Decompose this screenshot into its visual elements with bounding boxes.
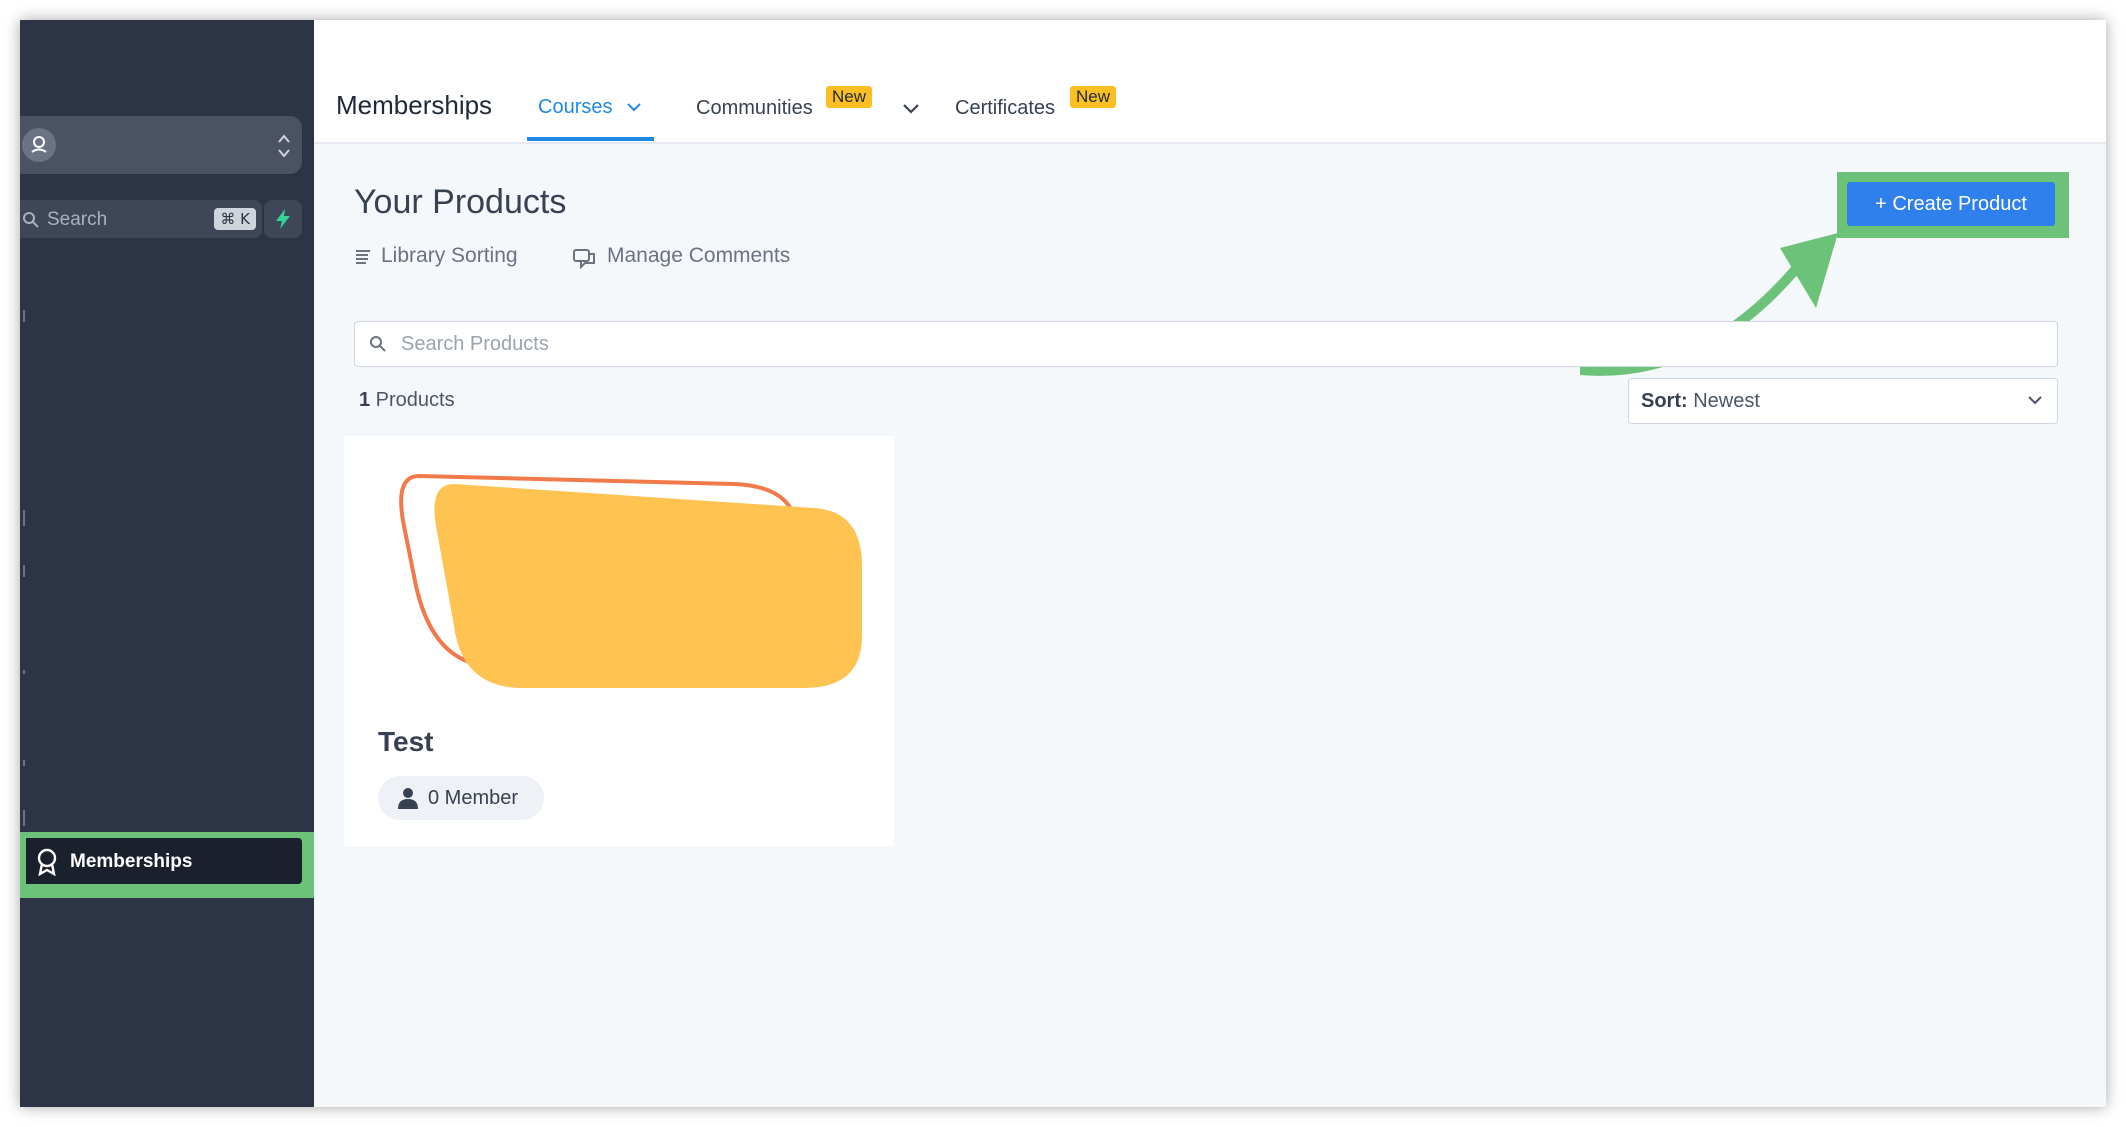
member-count-badge: 0 Member: [378, 776, 544, 820]
section-title: Your Products: [354, 183, 567, 221]
lightning-bolt-icon: [276, 209, 290, 229]
active-tab-indicator: [527, 137, 654, 141]
product-count-number: 1: [359, 389, 371, 411]
award-ribbon-icon: [37, 848, 57, 876]
app-window: Search ⌘ K Memberships Memberships Cours…: [20, 20, 2106, 1107]
product-card[interactable]: Test 0 Member: [344, 436, 894, 846]
sidebar-scroll-mark: [23, 310, 25, 322]
manage-comments-label: Manage Comments: [607, 244, 791, 267]
top-header: Memberships Courses Communities New Cert…: [314, 20, 2106, 144]
sidebar-scroll-mark: [23, 670, 25, 674]
sidebar-item-memberships[interactable]: Memberships: [26, 838, 302, 884]
sort-select[interactable]: Sort: Newest: [1628, 378, 2058, 424]
sidebar-scroll-mark: [23, 565, 25, 577]
list-lines-icon: [356, 250, 370, 264]
product-search-placeholder: Search Products: [401, 333, 549, 355]
location-icon: [31, 136, 47, 153]
tab-label: Courses: [538, 96, 613, 118]
product-count-label: Products: [370, 389, 455, 411]
new-badge: New: [1070, 86, 1117, 108]
quick-actions-button[interactable]: [264, 200, 302, 238]
product-title: Test: [378, 726, 434, 757]
chevron-up-down-icon: [278, 134, 290, 158]
sidebar-scroll-mark: [23, 810, 25, 826]
sort-value: Newest: [1687, 390, 1760, 412]
search-icon: [370, 336, 386, 352]
create-product-button[interactable]: + Create Product: [1847, 182, 2055, 226]
highlight-box: + Create Product: [1837, 172, 2069, 238]
search-icon: [23, 212, 39, 228]
library-sorting-label: Library Sorting: [381, 244, 518, 267]
product-search-input[interactable]: Search Products: [354, 321, 2058, 367]
tab-label: Certificates: [955, 97, 1056, 119]
location-switcher[interactable]: [20, 116, 302, 174]
tab-communities[interactable]: Communities: [696, 97, 813, 120]
tab-label: Communities: [696, 97, 813, 119]
highlight-box: Memberships: [20, 832, 314, 898]
sidebar-scroll-mark: [23, 760, 25, 766]
library-sorting-link[interactable]: Library Sorting: [354, 244, 518, 268]
chevron-down-icon[interactable]: [902, 103, 920, 115]
manage-comments-link[interactable]: Manage Comments: [573, 244, 791, 270]
user-icon: [398, 788, 418, 809]
chevron-down-icon: [627, 103, 641, 112]
search-shortcut: ⌘ K: [214, 208, 256, 230]
sidebar-item-label: Memberships: [70, 851, 193, 872]
chat-bubbles-icon: [573, 249, 595, 270]
sidebar-search-placeholder: Search: [47, 209, 108, 230]
product-thumbnail: [399, 473, 862, 688]
sidebar-scroll-mark: [23, 510, 25, 526]
chevron-down-icon: [2028, 396, 2042, 405]
avatar: [22, 128, 56, 162]
product-count: 1 Products: [359, 389, 455, 412]
page-title: Memberships: [336, 90, 493, 120]
tab-courses[interactable]: Courses: [538, 96, 642, 119]
sort-label: Sort:: [1641, 390, 1688, 412]
member-count-text: 0 Member: [428, 787, 519, 809]
tab-certificates[interactable]: Certificates: [955, 97, 1055, 120]
sidebar: Search ⌘ K Memberships: [20, 20, 314, 1107]
sort-text: Sort: Newest: [1641, 390, 1760, 413]
new-badge: New: [826, 86, 873, 108]
sidebar-search[interactable]: Search ⌘ K: [20, 200, 262, 238]
